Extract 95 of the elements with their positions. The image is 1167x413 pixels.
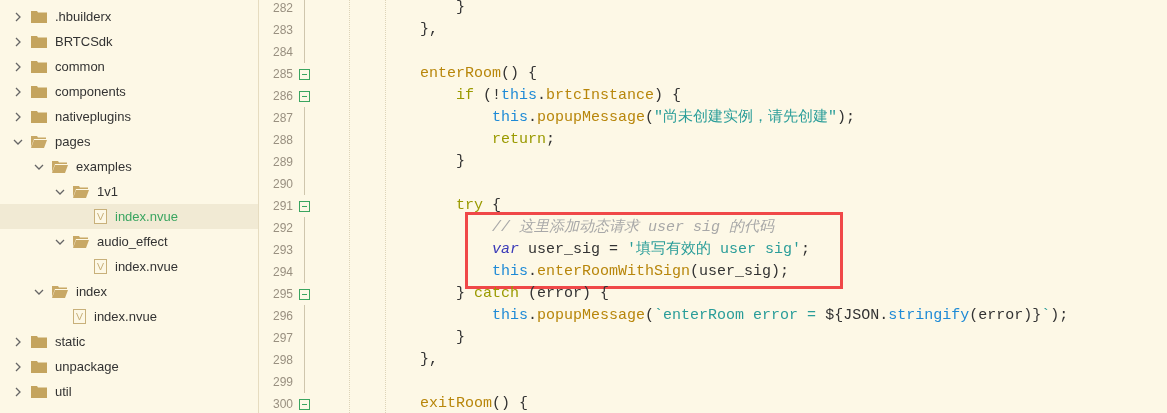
line-number: 298 xyxy=(271,352,293,369)
file-icon xyxy=(94,209,107,224)
folder-icon xyxy=(31,35,47,48)
file-icon xyxy=(94,259,107,274)
item-label: pages xyxy=(55,132,91,151)
line-number: 284 xyxy=(271,44,293,61)
item-label: .hbuilderx xyxy=(55,7,112,26)
item-label: examples xyxy=(76,157,132,176)
item-label: BRTCSdk xyxy=(55,32,113,51)
folder-icon xyxy=(31,60,47,73)
code-line: } catch (error) { xyxy=(455,283,610,304)
line-number: 287 xyxy=(271,110,293,127)
item-label: nativeplugins xyxy=(55,107,131,126)
folder-item[interactable]: static xyxy=(0,329,258,354)
folder-icon xyxy=(31,85,47,98)
chevron-right-icon[interactable] xyxy=(13,336,23,347)
file-item[interactable]: index.nvue xyxy=(0,254,258,279)
line-number: 286 xyxy=(271,88,293,105)
folder-item[interactable]: pages xyxy=(0,129,258,154)
chevron-right-icon[interactable] xyxy=(13,36,23,47)
folder-icon xyxy=(31,385,47,398)
line-number: 292 xyxy=(271,220,293,237)
item-label: index.nvue xyxy=(115,207,178,226)
item-label: audio_effect xyxy=(97,232,168,251)
code-line: }, xyxy=(419,349,438,370)
line-number: 294 xyxy=(271,264,293,281)
collapse-icon[interactable] xyxy=(298,68,310,80)
line-number: 293 xyxy=(271,242,293,259)
code-line: // 这里添加动态请求 user sig 的代码 xyxy=(491,217,775,238)
folder-item[interactable]: components xyxy=(0,79,258,104)
item-label: static xyxy=(55,332,86,351)
code-line: }, xyxy=(419,19,438,40)
line-number: 299 xyxy=(271,374,293,391)
folder-item[interactable]: index xyxy=(0,279,258,304)
folder-item[interactable]: 1v1 xyxy=(0,179,258,204)
code-line: this.enterRoomWithSign(user_sig); xyxy=(491,261,790,282)
folder-item[interactable]: audio_effect xyxy=(0,229,258,254)
collapse-icon[interactable] xyxy=(298,288,310,300)
folder-icon xyxy=(31,335,47,348)
line-number: 282 xyxy=(271,0,293,17)
folder-icon xyxy=(31,110,47,123)
item-label: index.nvue xyxy=(115,257,178,276)
folder-item[interactable]: util xyxy=(0,379,258,404)
code-line: enterRoom() { xyxy=(419,63,538,84)
line-number: 289 xyxy=(271,154,293,171)
chevron-right-icon[interactable] xyxy=(13,11,23,22)
chevron-right-icon[interactable] xyxy=(13,386,23,397)
item-label: 1v1 xyxy=(97,182,118,201)
file-icon xyxy=(73,309,86,324)
line-number: 300 xyxy=(271,396,293,413)
folder-item[interactable]: nativeplugins xyxy=(0,104,258,129)
line-number: 285 xyxy=(271,66,293,83)
item-label: unpackage xyxy=(55,357,119,376)
open-folder-icon xyxy=(31,135,47,148)
folder-icon xyxy=(31,10,47,23)
open-folder-icon xyxy=(52,285,68,298)
folder-item[interactable]: common xyxy=(0,54,258,79)
code-line: } xyxy=(455,327,466,348)
file-item[interactable]: index.nvue xyxy=(0,304,258,329)
folder-icon xyxy=(31,360,47,373)
code-line: try { xyxy=(455,195,502,216)
folder-item[interactable]: BRTCSdk xyxy=(0,29,258,54)
folder-item[interactable]: unpackage xyxy=(0,354,258,379)
code-line: } xyxy=(455,0,466,18)
code-line: var user_sig = '填写有效的 user sig'; xyxy=(491,239,811,260)
chevron-right-icon[interactable] xyxy=(13,61,23,72)
collapse-icon[interactable] xyxy=(298,398,310,410)
chevron-right-icon[interactable] xyxy=(13,86,23,97)
open-folder-icon xyxy=(73,185,89,198)
code-line: return; xyxy=(491,129,556,150)
open-folder-icon xyxy=(52,160,68,173)
code-line: this.popupMessage("尚未创建实例，请先创建"); xyxy=(491,107,856,128)
line-number: 288 xyxy=(271,132,293,149)
line-number: 290 xyxy=(271,176,293,193)
code-line: this.popupMessage(`enterRoom error = ${JSON.stringify(error)}`); xyxy=(491,305,1069,326)
line-number: 295 xyxy=(271,286,293,303)
item-label: components xyxy=(55,82,126,101)
code-line: } xyxy=(455,151,466,172)
collapse-icon[interactable] xyxy=(298,90,310,102)
item-label: common xyxy=(55,57,105,76)
line-number: 296 xyxy=(271,308,293,325)
folder-item[interactable]: .hbuilderx xyxy=(0,4,258,29)
chevron-right-icon[interactable] xyxy=(13,361,23,372)
line-number: 291 xyxy=(271,198,293,215)
item-label: index xyxy=(76,282,108,301)
chevron-right-icon[interactable] xyxy=(13,111,23,122)
folder-item[interactable]: examples xyxy=(0,154,258,179)
open-folder-icon xyxy=(73,235,89,248)
line-number: 297 xyxy=(271,330,293,347)
line-number: 283 xyxy=(271,22,293,39)
code-line: exitRoom() { xyxy=(419,393,529,413)
code-line: if (!this.brtcInstance) { xyxy=(455,85,682,106)
item-label: util xyxy=(55,382,72,401)
collapse-icon[interactable] xyxy=(298,200,310,212)
item-label: index.nvue xyxy=(94,307,157,326)
